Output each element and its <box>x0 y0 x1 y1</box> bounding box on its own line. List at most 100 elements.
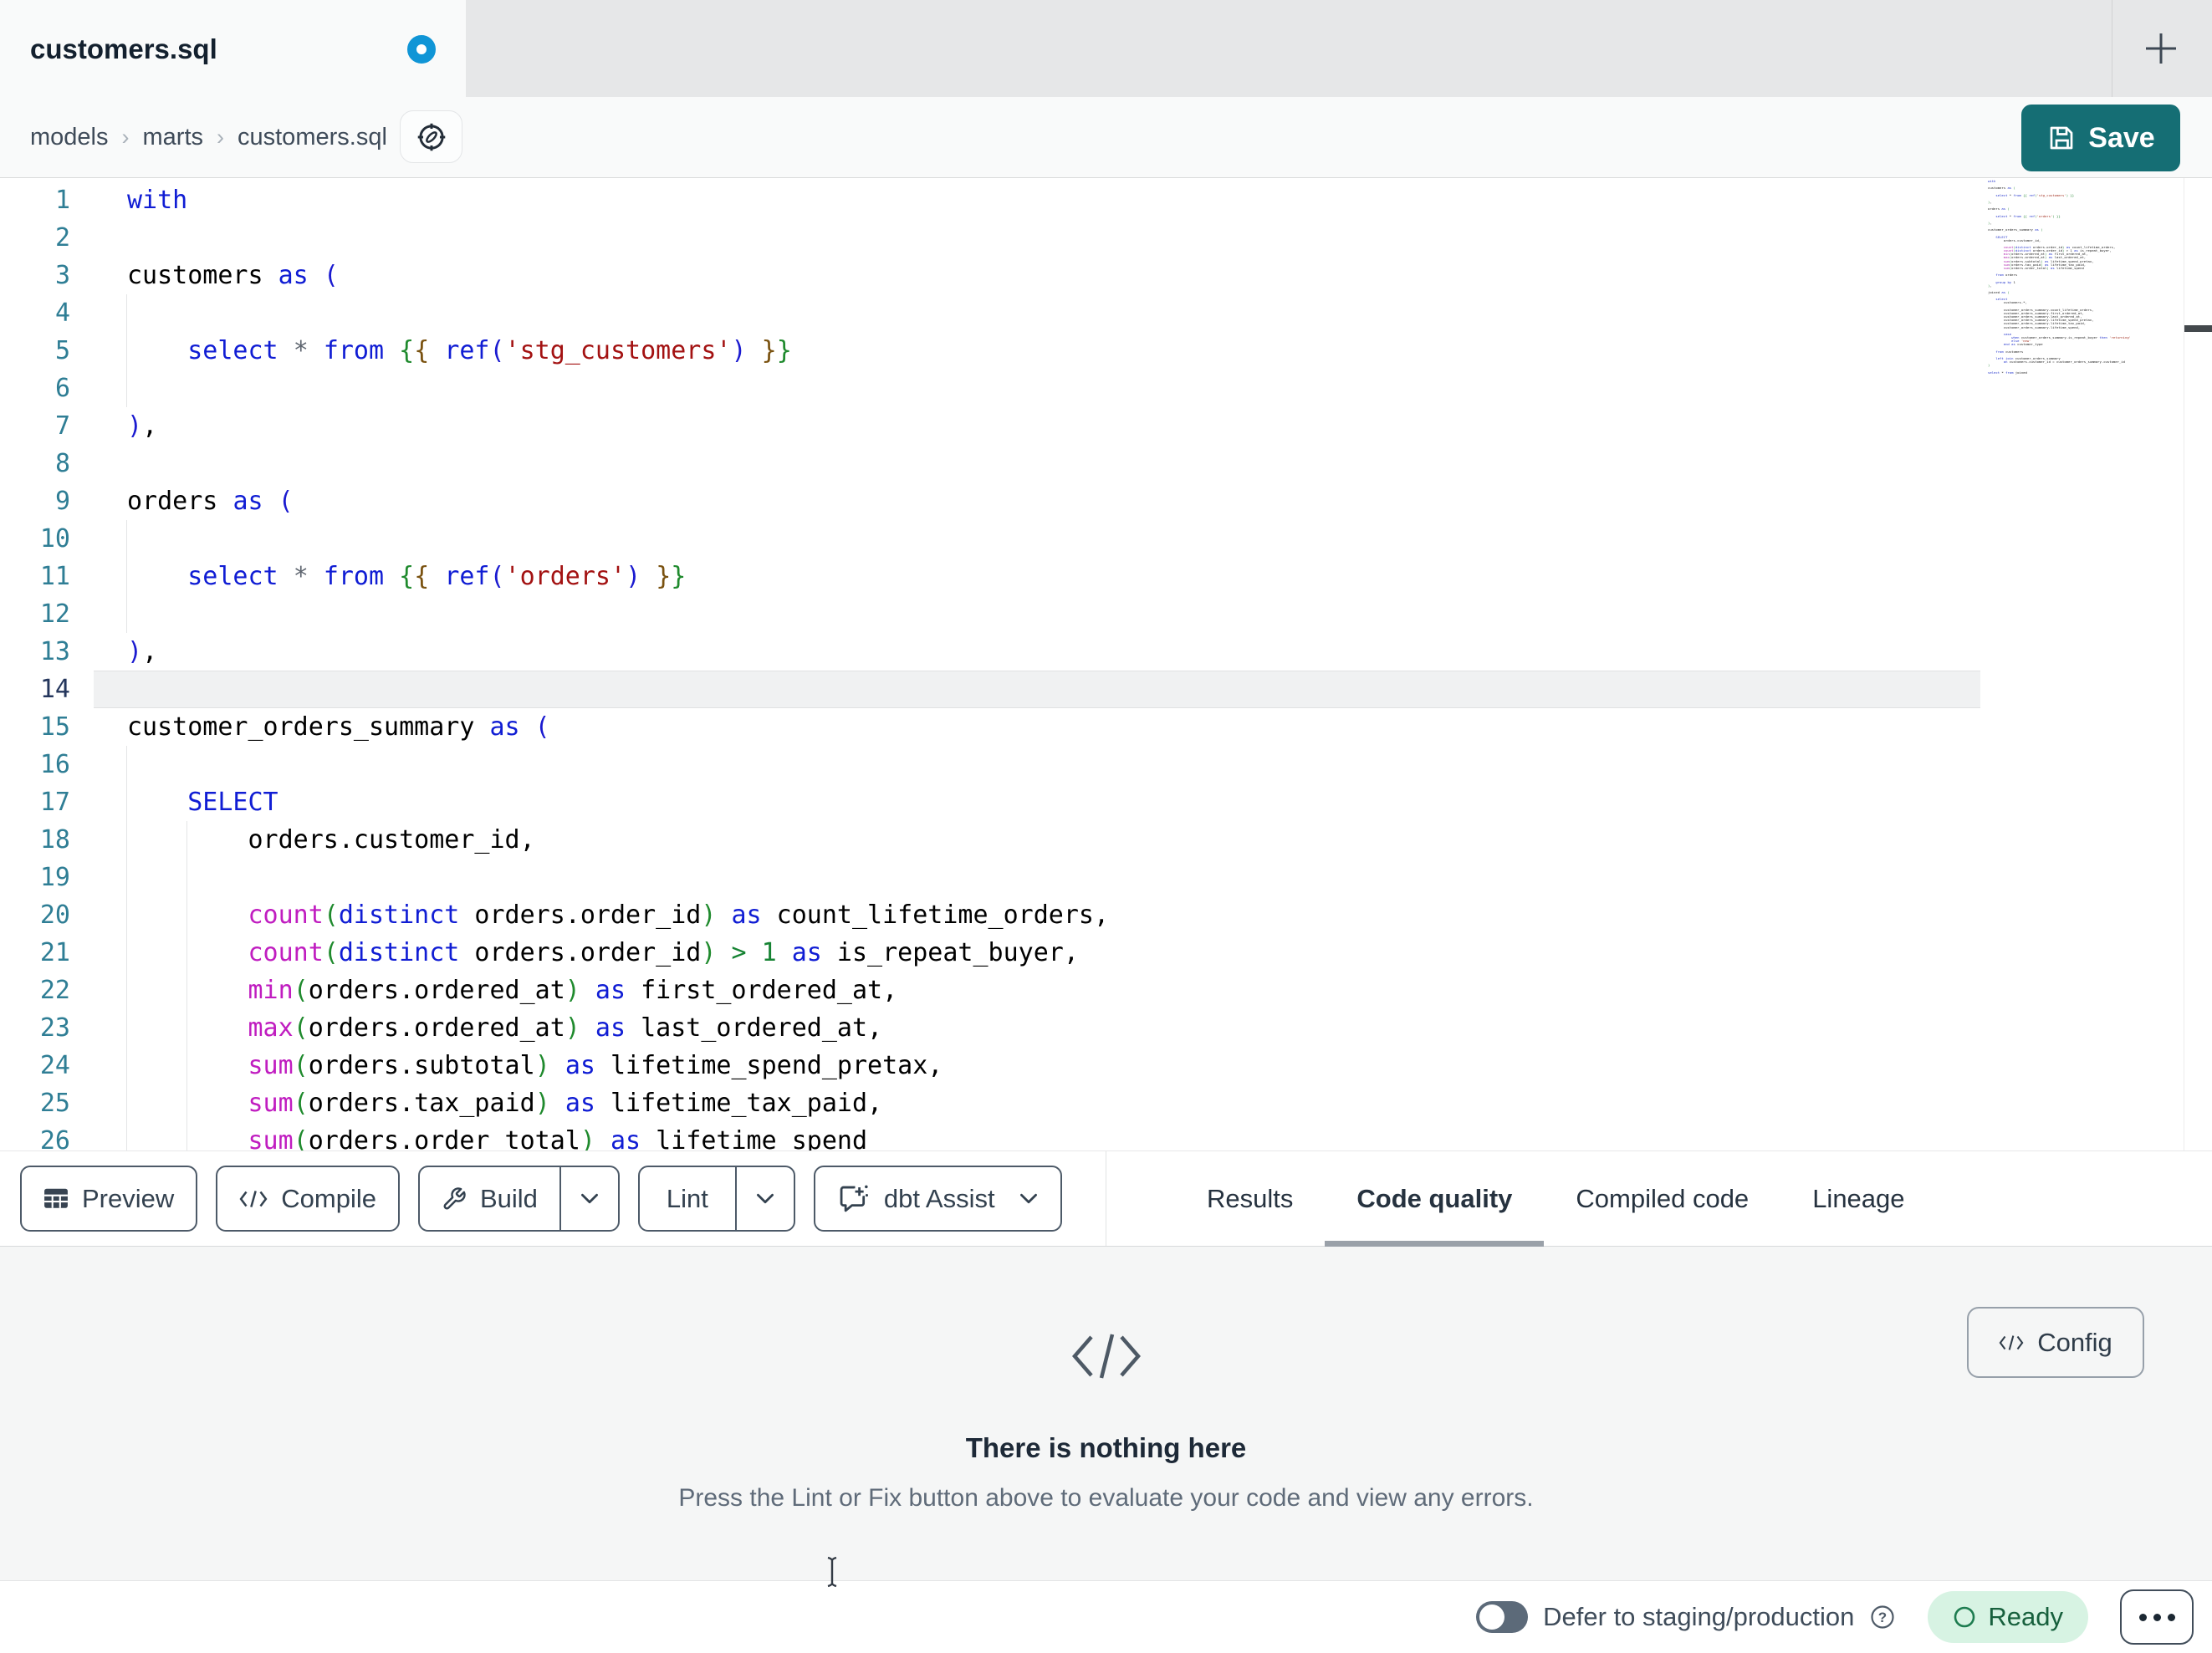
line-number: 21 <box>39 938 70 967</box>
code-slash-icon <box>1071 1334 1141 1379</box>
code-line[interactable]: 1 with <box>0 181 2212 219</box>
toggle-knob <box>1479 1605 1505 1630</box>
indent-guide <box>126 520 127 558</box>
code-line[interactable]: 13), <box>0 633 2212 671</box>
code-line[interactable]: 16 <box>0 746 2212 783</box>
line-number: 18 <box>39 825 70 855</box>
code-line[interactable]: 21 count(distinct orders.order_id) > 1 a… <box>0 934 2212 972</box>
breadcrumb-item[interactable]: models <box>30 124 109 151</box>
panel-tab-lineage[interactable]: Lineage <box>1780 1151 1936 1246</box>
line-number: 20 <box>39 900 70 930</box>
tab-bar: customers.sql <box>0 0 2212 98</box>
code-text: max(orders.ordered_at) as last_ordered_a… <box>248 1013 883 1043</box>
code-line[interactable]: 3 customers as ( <box>0 257 2212 294</box>
line-number: 4 <box>54 298 70 328</box>
code-line[interactable]: 20 count(distinct orders.order_id) as co… <box>0 896 2212 934</box>
lint-dropdown-toggle[interactable] <box>734 1167 794 1230</box>
code-line[interactable]: 11 select * from {{ ref('orders') }} <box>0 558 2212 595</box>
file-tab-title: customers.sql <box>30 33 217 64</box>
breadcrumb-separator: › <box>217 124 224 150</box>
code-line[interactable]: 17 SELECT <box>0 783 2212 821</box>
wrench-icon <box>443 1186 466 1209</box>
active-line-highlight <box>94 671 1980 708</box>
code-line[interactable]: 7), <box>0 407 2212 445</box>
panel-tab-compiled-code[interactable]: Compiled code <box>1544 1151 1780 1246</box>
code-line[interactable]: 25 sum(orders.tax_paid) as lifetime_tax_… <box>0 1084 2212 1122</box>
panel-tab-code-quality[interactable]: Code quality <box>1325 1151 1545 1247</box>
code-line[interactable]: 24 sum(orders.subtotal) as lifetime_spen… <box>0 1047 2212 1084</box>
code-line[interactable]: 2 <box>0 219 2212 257</box>
code-text: orders as ( <box>127 487 294 516</box>
code-text: sum(orders.subtotal) as lifetime_spend_p… <box>248 1051 943 1080</box>
code-line[interactable]: 23 max(orders.ordered_at) as last_ordere… <box>0 1009 2212 1047</box>
build-button[interactable]: Build <box>417 1166 620 1232</box>
minimap[interactable]: with customers as ( select * from {{ ref… <box>1988 179 2163 375</box>
code-text: ), <box>127 411 158 441</box>
line-number: 19 <box>39 863 70 892</box>
file-tab[interactable]: customers.sql <box>0 0 466 98</box>
line-number: 11 <box>39 562 70 591</box>
new-tab-button[interactable] <box>2131 18 2191 79</box>
code-line[interactable]: 12 <box>0 595 2212 633</box>
empty-state: There is nothing here Press the Lint or … <box>0 1247 2212 1513</box>
code-lines: 1 with 2 3 customers as (4 5 select * from {{… <box>0 181 2212 1150</box>
lint-button[interactable]: Lint <box>637 1166 795 1232</box>
code-line[interactable]: 8 <box>0 445 2212 482</box>
more-options-button[interactable] <box>2120 1589 2194 1645</box>
status-bar: Defer to staging/production ? Ready <box>0 1580 2212 1653</box>
help-icon[interactable]: ? <box>1869 1604 1896 1630</box>
panel-tab-results[interactable]: Results <box>1175 1151 1325 1246</box>
line-number: 24 <box>39 1051 70 1080</box>
code-line[interactable]: 15 customer_orders_summary as ( <box>0 708 2212 746</box>
line-number: 16 <box>39 750 70 779</box>
svg-text:?: ? <box>1878 1610 1887 1625</box>
code-line[interactable]: 10 <box>0 520 2212 558</box>
preview-button[interactable]: Preview <box>20 1166 198 1232</box>
code-text: sum(orders.order_total) as lifetime_spen… <box>248 1126 868 1150</box>
line-number: 14 <box>39 675 70 704</box>
indent-guide <box>126 595 127 633</box>
dbt-assist-button[interactable]: dbt Assist <box>813 1166 1062 1232</box>
code-line[interactable]: 19 <box>0 859 2212 896</box>
breadcrumb-item[interactable]: marts <box>143 124 204 151</box>
indent-guide <box>186 859 187 896</box>
save-button[interactable]: Save <box>2021 105 2180 171</box>
lint-button-label: Lint <box>666 1183 708 1213</box>
code-line[interactable]: 26 sum(orders.order_total) as lifetime_s… <box>0 1122 2212 1150</box>
line-number: 3 <box>54 261 70 290</box>
defer-label: Defer to staging/production <box>1543 1602 1855 1631</box>
code-text: select * from {{ ref('orders') }} <box>187 562 687 591</box>
build-button-label: Build <box>479 1183 538 1213</box>
build-dropdown-toggle[interactable] <box>559 1167 618 1230</box>
code-line[interactable]: 4 <box>0 294 2212 332</box>
line-number: 26 <box>39 1126 70 1150</box>
code-line[interactable]: 22 min(orders.ordered_at) as first_order… <box>0 972 2212 1009</box>
indent-guide <box>126 746 127 783</box>
code-line[interactable]: 18 orders.customer_id, <box>0 821 2212 859</box>
empty-state-title: There is nothing here <box>965 1432 1247 1463</box>
code-editor[interactable]: 1 with 2 3 customers as (4 5 select * from {{… <box>0 178 2212 1150</box>
code-line[interactable]: 5 select * from {{ ref('stg_customers') … <box>0 332 2212 370</box>
code-text: customers as ( <box>127 261 339 290</box>
unsaved-changes-indicator <box>407 34 436 64</box>
defer-toggle[interactable] <box>1476 1601 1529 1633</box>
line-number: 23 <box>39 1013 70 1043</box>
indent-guide <box>126 294 127 332</box>
breadcrumb-separator: › <box>121 124 130 150</box>
status-badge: Ready <box>1928 1591 2088 1643</box>
line-number: 10 <box>39 524 70 554</box>
chevron-down-icon <box>756 1193 774 1204</box>
code-text: count(distinct orders.order_id) as count… <box>248 900 1110 930</box>
code-text: count(distinct orders.order_id) > 1 as i… <box>248 938 1079 967</box>
breadcrumb-item[interactable]: customers.sql <box>238 124 387 151</box>
line-number: 17 <box>39 788 70 817</box>
compile-button[interactable]: Compile <box>216 1166 400 1232</box>
code-line[interactable]: 14 <box>0 671 2212 708</box>
code-icon <box>239 1190 268 1207</box>
scrollbar-thumb[interactable] <box>2184 325 2212 332</box>
compile-button-label: Compile <box>281 1183 376 1213</box>
file-explore-button[interactable] <box>400 110 462 163</box>
chevron-down-icon <box>580 1193 598 1204</box>
code-line[interactable]: 6 <box>0 370 2212 407</box>
code-line[interactable]: 9 orders as ( <box>0 482 2212 520</box>
